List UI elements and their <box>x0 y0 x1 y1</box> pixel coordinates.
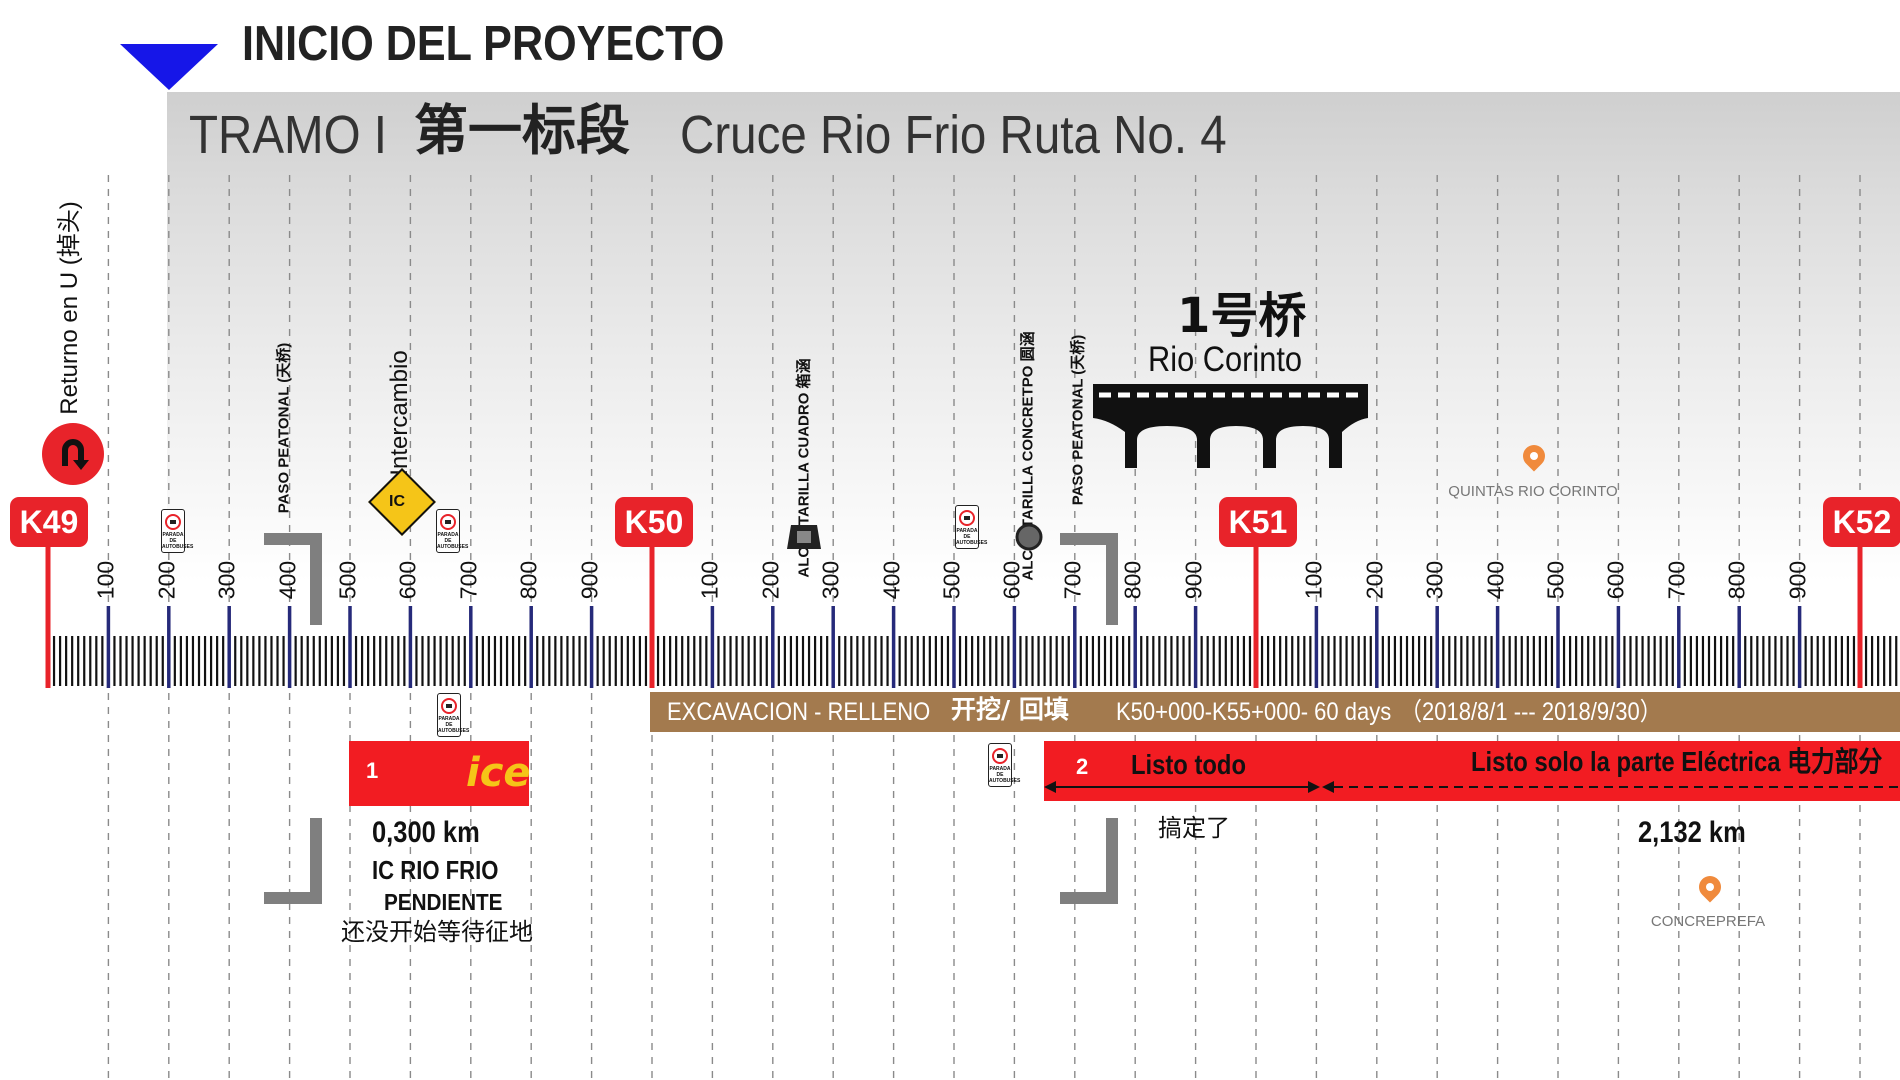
segment-2-length: 2,132 km <box>1638 816 1746 849</box>
segment-1-status-chinese: 还没开始等待征地 <box>341 918 533 946</box>
work-dates-label: （2018/8/1 --- 2018/9/30） <box>1400 698 1662 726</box>
segment-2-partial-label: Listo solo la parte Eléctrica 电力部分 <box>1471 746 1883 777</box>
segment-1-status: PENDIENTE <box>384 889 503 915</box>
segment-1-number: 1 <box>366 758 379 783</box>
segment-2-number: 2 <box>1076 754 1089 779</box>
work-range-label: K50+000-K55+000- 60 days <box>1116 698 1392 726</box>
segment-1-name: IC RIO FRIO <box>372 855 499 885</box>
ice-logo: ice <box>466 750 531 796</box>
segment-2-done-chinese: 搞定了 <box>1158 814 1230 842</box>
work-activity-label: EXCAVACION - RELLENO <box>667 698 931 726</box>
highway-progress-diagram: INICIO DEL PROYECTO TRAMO I 第一标段 Cruce R… <box>0 0 1900 1080</box>
segment-1-length: 0,300 km <box>372 816 480 849</box>
segment-2-range-arrows <box>1044 781 1900 793</box>
work-activity-chinese: 开挖/ 回填 <box>951 695 1069 724</box>
kilometer-ruler <box>45 546 1898 688</box>
segment-2-done-label: Listo todo <box>1131 749 1247 780</box>
